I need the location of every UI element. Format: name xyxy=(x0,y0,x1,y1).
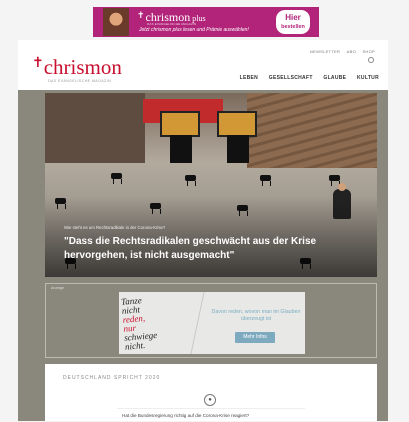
survey-card: DEUTSCHLAND SPRICHT 2020 ● Hat die Bunde… xyxy=(45,364,377,421)
nav-item-gesellschaft[interactable]: GESELLSCHAFT xyxy=(269,75,313,81)
ad-container: Anzeige Tanze nicht reden, nur schwiege … xyxy=(45,283,377,358)
survey-heading: DEUTSCHLAND SPRICHT 2020 xyxy=(63,375,161,381)
survey-question: Hat die Bundesregierung richtig auf die … xyxy=(122,413,250,418)
logo-tagline: DAS EVANGELISCHE MAGAZIN xyxy=(48,79,112,83)
banner-order-button[interactable]: Hier bestellen xyxy=(276,10,310,34)
site-logo[interactable]: ✝chrismon xyxy=(32,55,122,80)
ad-callig-line: nicht. xyxy=(124,340,146,352)
ad-label: Anzeige xyxy=(51,286,64,290)
ad-text: Davon reden, wovon man im Glauben überze… xyxy=(211,309,301,322)
banner-subline: Jetzt chrismon plus lesen und Prämie aus… xyxy=(139,27,249,33)
nav-item-kultur[interactable]: KULTUR xyxy=(357,75,379,81)
banner-button-line1: Hier xyxy=(285,13,301,22)
ad-divider xyxy=(190,292,205,354)
hero-stand-left xyxy=(170,135,192,163)
utility-links: NEWSLETTER ABO SHOP xyxy=(305,49,375,54)
hero-bg-wall xyxy=(45,93,145,163)
banner-cross-icon: ✝ xyxy=(137,10,145,20)
nav-item-glaube[interactable]: GLAUBE xyxy=(323,75,346,81)
hero-title[interactable]: "Dass die Rechtsradikalen geschwächt aus… xyxy=(64,235,324,263)
logo-text: chrismon xyxy=(43,55,122,79)
hero-chair xyxy=(111,173,122,184)
utility-link-abo[interactable]: ABO xyxy=(347,49,356,54)
logo-cross-icon: ✝ xyxy=(32,56,44,71)
hero-chair xyxy=(185,175,196,186)
hero-screen-left xyxy=(160,111,200,137)
main-nav: LEBEN GESELLSCHAFT GLAUBE KULTUR xyxy=(231,75,379,81)
nav-item-leben[interactable]: LEBEN xyxy=(240,75,258,81)
ad-banner[interactable]: Tanze nicht reden, nur schwiege nicht. D… xyxy=(119,292,305,354)
site-header: ✝chrismon DAS EVANGELISCHE MAGAZIN NEWSL… xyxy=(18,40,388,90)
hero-screen-right xyxy=(217,111,257,137)
hero-stand-right xyxy=(227,135,249,163)
hero-chair xyxy=(260,175,271,186)
chat-icon: ● xyxy=(204,394,216,406)
ad-more-info-button[interactable]: Mehr Infos xyxy=(235,332,275,343)
banner-photo xyxy=(103,8,129,36)
banner-tagline: DAS EVANGELISCHE MAGAZIN xyxy=(147,22,197,26)
hero-bg-stairs xyxy=(247,93,377,168)
top-promo-banner[interactable]: ✝chrismon plus DAS EVANGELISCHE MAGAZIN J… xyxy=(93,7,319,37)
search-icon[interactable] xyxy=(368,57,374,63)
utility-link-newsletter[interactable]: NEWSLETTER xyxy=(310,49,340,54)
hero-teaser[interactable]: Wie steht es um Rechtsradikale in der Co… xyxy=(45,93,377,277)
hero-chair xyxy=(329,175,340,186)
ad-calligraphy: Tanze nicht reden, nur schwiege nicht. xyxy=(121,292,190,352)
utility-link-shop[interactable]: SHOP xyxy=(362,49,375,54)
hero-kicker: Wie steht es um Rechtsradikale in der Co… xyxy=(64,225,166,230)
banner-button-line2: bestellen xyxy=(281,24,305,30)
